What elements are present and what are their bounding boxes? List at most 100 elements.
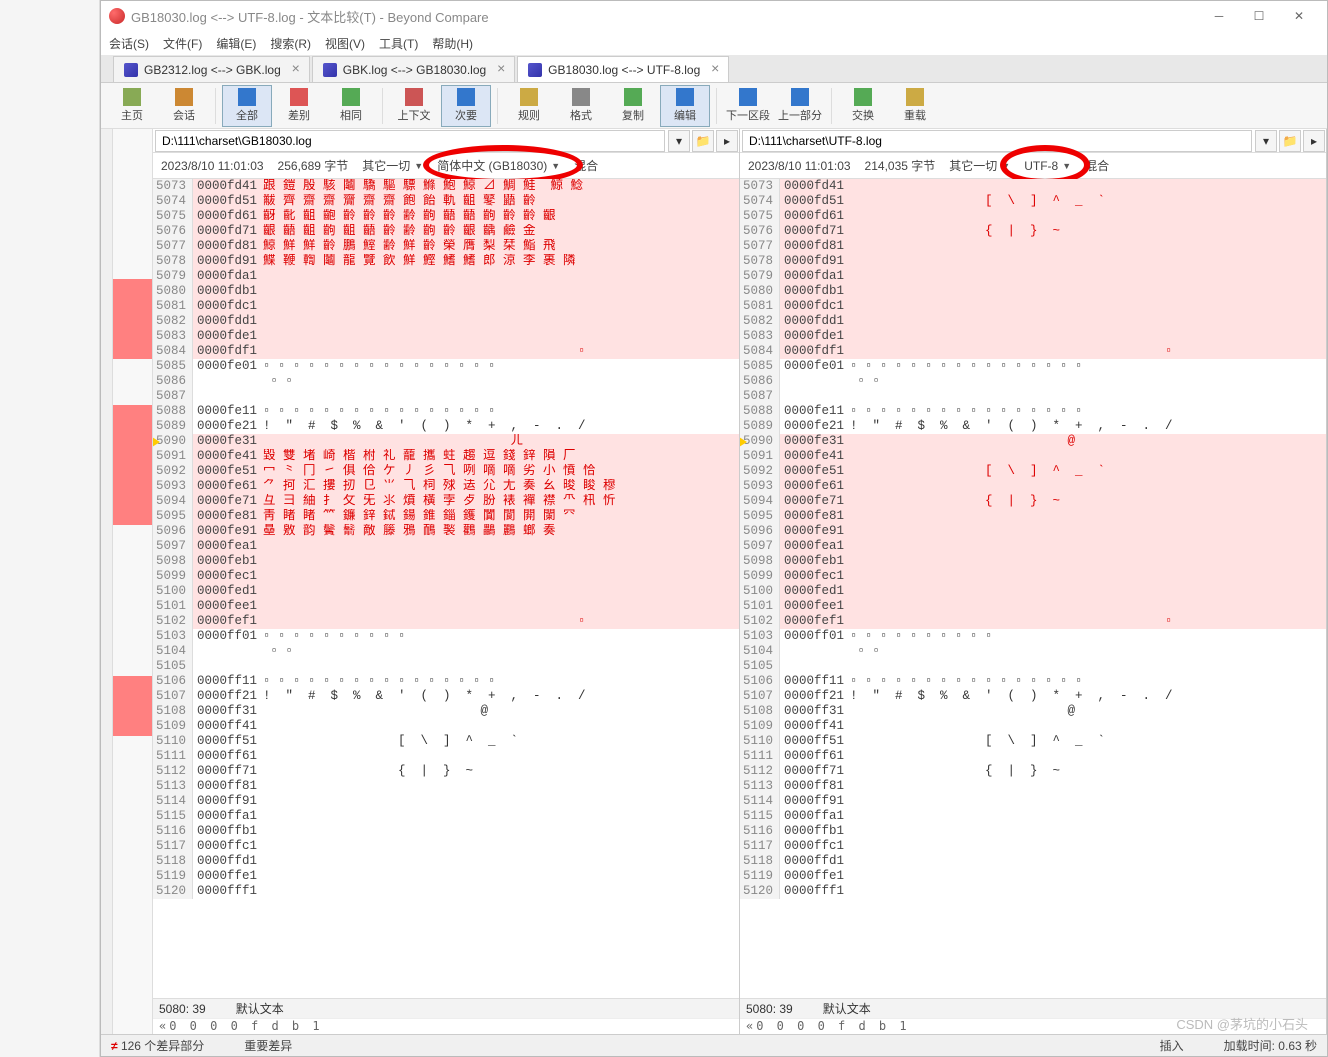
hex-line[interactable]: 51000000fed1: [153, 584, 739, 599]
hex-line[interactable]: 51130000ff81: [740, 779, 1326, 794]
hex-line[interactable]: 51030000ff01▫ ▫ ▫ ▫ ▫ ▫ ▫ ▫ ▫ ▫: [740, 629, 1326, 644]
toolbar-rules-button[interactable]: 规则: [504, 85, 554, 127]
hex-line[interactable]: 50750000fd61: [740, 209, 1326, 224]
hex-line[interactable]: 50800000fdb1: [153, 284, 739, 299]
hex-line[interactable]: 51180000ffd1: [740, 854, 1326, 869]
right-path-input[interactable]: [742, 130, 1252, 152]
close-button[interactable]: ✕: [1279, 2, 1319, 30]
hex-line[interactable]: 50840000fdf1 ▫: [153, 344, 739, 359]
hex-line[interactable]: 5086 ▫ ▫: [153, 374, 739, 389]
tab-close-button[interactable]: ×: [494, 62, 508, 76]
toolbar-diff-button[interactable]: 差别: [274, 85, 324, 127]
hex-line[interactable]: 51160000ffb1: [740, 824, 1326, 839]
hex-line[interactable]: 51070000ff21! " # $ % & ' ( ) * + , - . …: [153, 689, 739, 704]
hex-line[interactable]: 50770000fd81: [740, 239, 1326, 254]
left-open-button[interactable]: ▸: [716, 130, 738, 152]
hex-line[interactable]: 51130000ff81: [153, 779, 739, 794]
left-filter-dropdown[interactable]: 其它一切▼: [362, 157, 423, 174]
menu-item[interactable]: 编辑(E): [216, 35, 256, 52]
hex-line[interactable]: 51190000ffe1: [740, 869, 1326, 884]
hex-line[interactable]: 50760000fd71 { | } ~: [740, 224, 1326, 239]
menu-item[interactable]: 工具(T): [379, 35, 418, 52]
toolbar-context-button[interactable]: 上下文: [389, 85, 439, 127]
hex-line[interactable]: 50920000fe51冖 ⺀ 冂 ㇀ 俱 佮 ケ ㇓ 彡 ⺄ 咧 嘀 嘀 劣 …: [153, 464, 739, 479]
tab-close-button[interactable]: ×: [708, 62, 722, 76]
hex-line[interactable]: 50900000fe31 @: [740, 434, 1326, 449]
hex-line[interactable]: 50820000fdd1: [153, 314, 739, 329]
hex-line[interactable]: 50920000fe51 [ \ ] ^ _ `: [740, 464, 1326, 479]
toolbar-session-button[interactable]: 会话: [159, 85, 209, 127]
hex-line[interactable]: 50980000feb1: [740, 554, 1326, 569]
hex-line[interactable]: 50910000fe41毀 雙 堵 崎 楷 柎 礼 蘢 攜 蛀 趨 逗 錢 鋅 …: [153, 449, 739, 464]
hex-line[interactable]: 51020000fef1 ▫: [740, 614, 1326, 629]
hex-line[interactable]: 50820000fdd1: [740, 314, 1326, 329]
hex-line[interactable]: 50880000fe11▫ ▫ ▫ ▫ ▫ ▫ ▫ ▫ ▫ ▫ ▫ ▫ ▫ ▫ …: [153, 404, 739, 419]
hex-line[interactable]: 51070000ff21! " # $ % & ' ( ) * + , - . …: [740, 689, 1326, 704]
hex-line[interactable]: 51140000ff91: [740, 794, 1326, 809]
hex-line[interactable]: 51200000fff1: [153, 884, 739, 899]
hex-line[interactable]: 50800000fdb1: [740, 284, 1326, 299]
hex-line[interactable]: 50830000fde1: [153, 329, 739, 344]
left-encoding-dropdown[interactable]: 简体中文 (GB18030)▼: [437, 157, 560, 174]
hex-line[interactable]: 51160000ffb1: [153, 824, 739, 839]
toolbar-home-button[interactable]: 主页: [107, 85, 157, 127]
hex-line[interactable]: 50890000fe21! " # $ % & ' ( ) * + , - . …: [153, 419, 739, 434]
session-tab[interactable]: GB2312.log <--> GBK.log×: [113, 56, 310, 82]
hex-line[interactable]: 51000000fed1: [740, 584, 1326, 599]
hex-line[interactable]: 50730000fd41: [740, 179, 1326, 194]
hex-line[interactable]: 51090000ff41: [740, 719, 1326, 734]
hex-line[interactable]: 50940000fe71⺔ ⺕ 紬 ⺘ ⺙ ⺛ ⺢ 燌 橫 孛 ⺞ 朌 裱 襌 …: [153, 494, 739, 509]
hex-line[interactable]: 50940000fe71 { | } ~: [740, 494, 1326, 509]
hex-line[interactable]: 51140000ff91: [153, 794, 739, 809]
session-tab[interactable]: GBK.log <--> GB18030.log×: [312, 56, 515, 82]
hex-line[interactable]: 51150000ffa1: [740, 809, 1326, 824]
menu-item[interactable]: 会话(S): [109, 35, 149, 52]
hex-line[interactable]: 51060000ff11▫ ▫ ▫ ▫ ▫ ▫ ▫ ▫ ▫ ▫ ▫ ▫ ▫ ▫ …: [153, 674, 739, 689]
hex-line[interactable]: 50780000fd91: [740, 254, 1326, 269]
hex-line[interactable]: 50850000fe01▫ ▫ ▫ ▫ ▫ ▫ ▫ ▫ ▫ ▫ ▫ ▫ ▫ ▫ …: [153, 359, 739, 374]
hex-line[interactable]: 50840000fdf1 ▫: [740, 344, 1326, 359]
hex-line[interactable]: 51110000ff61: [153, 749, 739, 764]
hex-line[interactable]: 51200000fff1: [740, 884, 1326, 899]
hex-line[interactable]: 50970000fea1: [740, 539, 1326, 554]
hex-line[interactable]: 51080000ff31 @: [153, 704, 739, 719]
hex-line[interactable]: 50960000fe91: [740, 524, 1326, 539]
left-path-input[interactable]: [155, 130, 665, 152]
right-filter-dropdown[interactable]: 其它一切▼: [949, 157, 1010, 174]
toolbar-next-button[interactable]: 下一区段: [723, 85, 773, 127]
right-open-button[interactable]: ▸: [1303, 130, 1325, 152]
right-browse-button[interactable]: 📁: [1279, 130, 1301, 152]
hex-line[interactable]: 51170000ffc1: [153, 839, 739, 854]
hex-line[interactable]: 51010000fee1: [153, 599, 739, 614]
hex-line[interactable]: 51170000ffc1: [740, 839, 1326, 854]
hex-line[interactable]: 51030000ff01▫ ▫ ▫ ▫ ▫ ▫ ▫ ▫ ▫ ▫: [153, 629, 739, 644]
hex-line[interactable]: 50950000fe81靑 睹 睹 ⺮ 鐮 鋅 鋱 鍚 錐 錙 鑊 闐 閬 閞 …: [153, 509, 739, 524]
hex-line[interactable]: 5105: [740, 659, 1326, 674]
hex-line[interactable]: 50730000fd41跟 鎧 殷 駭 鬮 驕 驅 驃 鰷 鮑 鯨 ⊿ 鯛 鮭 …: [153, 179, 739, 194]
hex-line[interactable]: 50740000fd51黻 齊 齋 齋 齎 齋 齋 飽 飴 軌 齟 鼕 鼯 齡: [153, 194, 739, 209]
hex-line[interactable]: 51060000ff11▫ ▫ ▫ ▫ ▫ ▫ ▫ ▫ ▫ ▫ ▫ ▫ ▫ ▫ …: [740, 674, 1326, 689]
hex-line[interactable]: 50880000fe11▫ ▫ ▫ ▫ ▫ ▫ ▫ ▫ ▫ ▫ ▫ ▫ ▫ ▫ …: [740, 404, 1326, 419]
minimize-button[interactable]: ─: [1199, 2, 1239, 30]
toolbar-swap-button[interactable]: 交换: [838, 85, 888, 127]
menu-item[interactable]: 搜索(R): [270, 35, 311, 52]
hex-line[interactable]: 50930000fe61: [740, 479, 1326, 494]
left-hex-view[interactable]: 50730000fd41跟 鎧 殷 駭 鬮 驕 驅 驃 鰷 鮑 鯨 ⊿ 鯛 鮭 …: [153, 179, 739, 998]
hex-line[interactable]: 51180000ffd1: [153, 854, 739, 869]
hex-line[interactable]: 5087: [153, 389, 739, 404]
hex-line[interactable]: 51090000ff41: [153, 719, 739, 734]
toolbar-format-button[interactable]: 格式: [556, 85, 606, 127]
hex-line[interactable]: 50930000fe61⺈ 抲 汇 摟 扨 ⺋ ⺌ ⺄ 柌 殏 迲 ⺏ ⺐ 奏 …: [153, 479, 739, 494]
hex-line[interactable]: 51190000ffe1: [153, 869, 739, 884]
menu-item[interactable]: 视图(V): [325, 35, 365, 52]
hex-line[interactable]: 50850000fe01▫ ▫ ▫ ▫ ▫ ▫ ▫ ▫ ▫ ▫ ▫ ▫ ▫ ▫ …: [740, 359, 1326, 374]
hex-line[interactable]: 51120000ff71 { | } ~: [740, 764, 1326, 779]
toolbar-copy-button[interactable]: 复制: [608, 85, 658, 127]
hex-line[interactable]: 51010000fee1: [740, 599, 1326, 614]
hex-line[interactable]: 50950000fe81: [740, 509, 1326, 524]
hex-line[interactable]: 50810000fdc1: [740, 299, 1326, 314]
hex-line[interactable]: 50990000fec1: [153, 569, 739, 584]
hex-line[interactable]: 51120000ff71 { | } ~: [153, 764, 739, 779]
overview-strip[interactable]: [113, 129, 153, 1034]
hex-line[interactable]: 5104 ▫ ▫: [153, 644, 739, 659]
